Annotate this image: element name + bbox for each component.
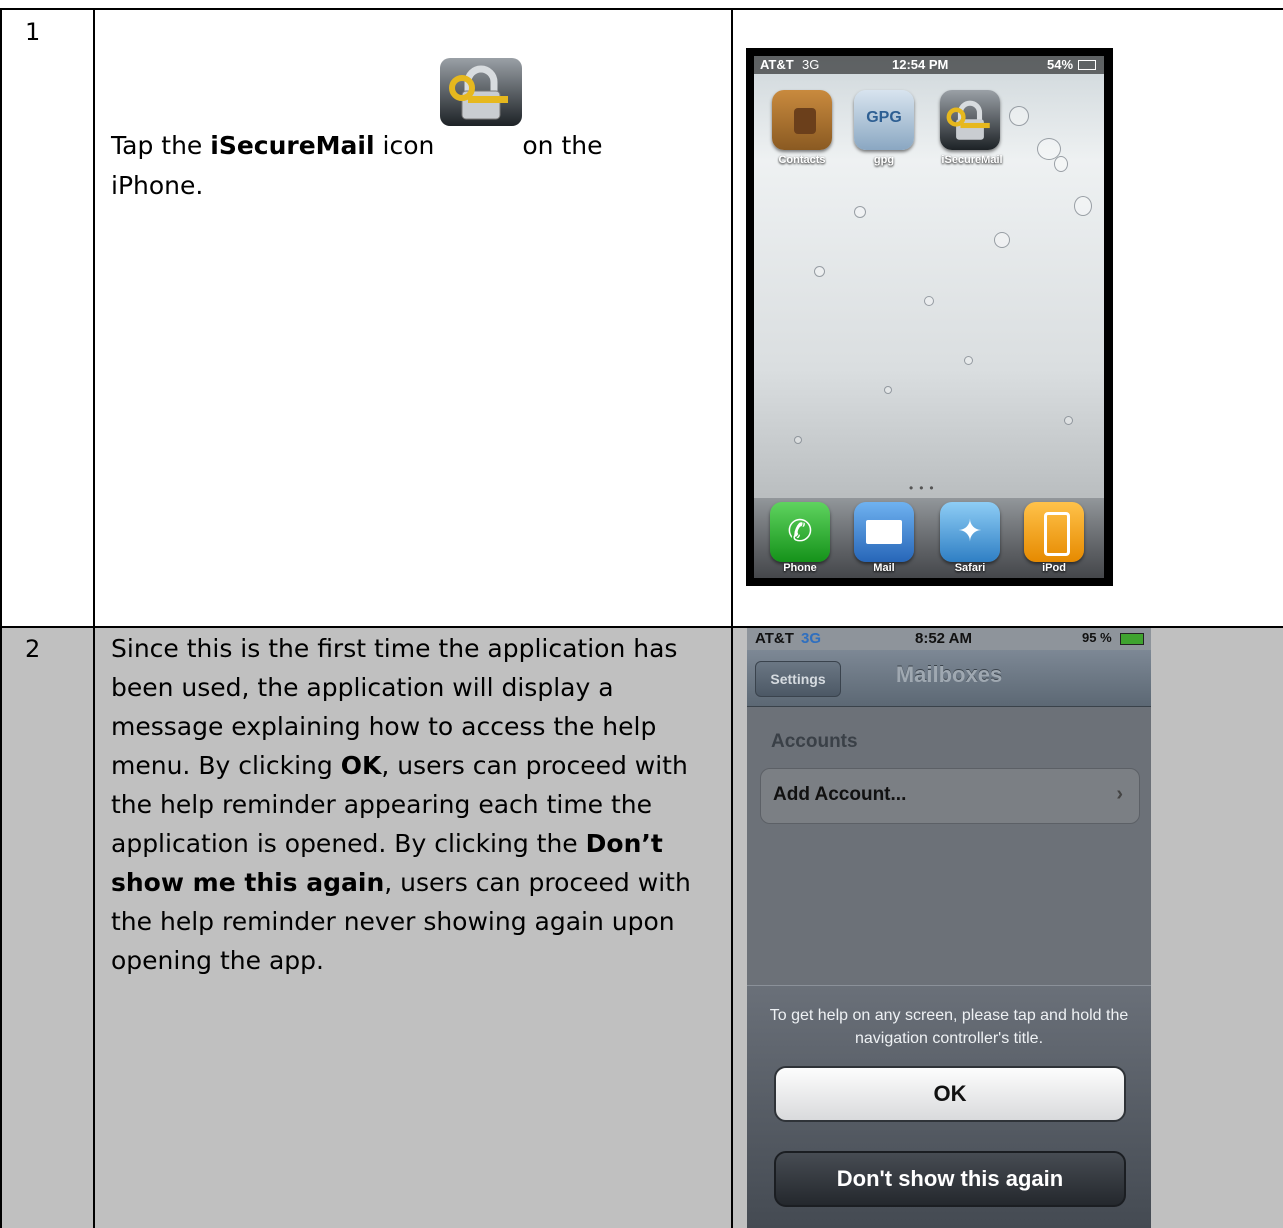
add-account-label: Add Account... (773, 784, 907, 805)
network-label: 3G (801, 630, 822, 647)
gpg-icon[interactable]: GPG (854, 90, 914, 150)
table-col-divider-2 (731, 8, 733, 1228)
safari-icon[interactable]: ✦ (940, 502, 1000, 562)
water-drop (1064, 416, 1073, 425)
help-alert-sheet: To get help on any screen, please tap an… (747, 985, 1151, 1228)
battery-icon (1078, 60, 1096, 70)
chevron-right-icon: › (1116, 783, 1123, 805)
step-1-text: iPhone. (111, 171, 204, 200)
water-drop (924, 296, 934, 306)
dock-label-ipod: iPod (1042, 562, 1066, 574)
water-drop (794, 436, 802, 444)
table-top-border (0, 8, 1283, 10)
step-2-line: been used, the application will display … (111, 673, 614, 702)
step-1-text: on the (522, 131, 603, 160)
step-2-line: application is opened. By clicking the (111, 829, 586, 858)
app-label-isecuremail: iSecureMail (941, 154, 1003, 166)
table-col-divider-1 (93, 8, 95, 1228)
water-drop (994, 232, 1010, 248)
step-1-text: Tap the (111, 131, 211, 160)
step-2-line: , users can proceed with (384, 868, 691, 897)
battery-percent: 54% (1047, 57, 1074, 72)
table-left-border (0, 8, 2, 1228)
step-1-text: icon (374, 131, 435, 160)
water-drop (1074, 196, 1092, 216)
clock: 8:52 AM (915, 630, 972, 647)
contacts-icon[interactable] (772, 90, 832, 150)
mail-icon[interactable] (854, 502, 914, 562)
step-2-line: message explaining how to access the hel… (111, 712, 657, 741)
page-dots: ••• (909, 481, 940, 495)
app-name-bold: iSecureMail (210, 131, 375, 160)
status-bar: AT&T 3G 8:52 AM 95 % (747, 628, 1151, 650)
gpg-glyph: GPG (866, 109, 902, 126)
row-number-2: 2 (25, 635, 41, 663)
dock-label-mail: Mail (873, 562, 895, 574)
battery-icon (1120, 633, 1144, 645)
carrier-label: AT&T (755, 630, 794, 647)
carrier-label: AT&T (760, 57, 794, 72)
water-drop (814, 266, 825, 277)
step-2-line: the help reminder appearing each time th… (111, 790, 653, 819)
nav-title[interactable]: Mailboxes (747, 662, 1151, 688)
step-2-line: menu. By clicking (111, 751, 341, 780)
water-drop (1037, 138, 1061, 160)
water-drop (1009, 106, 1029, 126)
dont-bold: Don’t (585, 829, 663, 858)
water-drop (884, 386, 892, 394)
ok-button[interactable]: OK (774, 1066, 1126, 1122)
home-screen: AT&T 3G 12:54 PM 54% Contacts GPG gpg iS… (754, 56, 1104, 578)
clock: 12:54 PM (892, 57, 949, 72)
step-2-instruction: Since this is the first time the applica… (111, 629, 723, 980)
isecuremail-icon[interactable] (940, 90, 1000, 150)
app-label-gpg: gpg (873, 154, 895, 166)
add-account-row[interactable]: Add Account... › (760, 768, 1140, 824)
dock: ✆ Phone Mail ✦ Safari iPod (754, 498, 1104, 578)
isecuremail-inline-icon (440, 58, 523, 126)
water-drop (854, 206, 866, 218)
step-1-instruction: Tap the iSecureMail icon on the iPhone. (111, 58, 711, 205)
show-again-bold: show me this again (111, 868, 385, 897)
dont-show-again-button[interactable]: Don't show this again (774, 1151, 1126, 1207)
network-label: 3G (802, 57, 820, 72)
battery-percent: 95 % (1082, 630, 1112, 645)
dock-label-safari: Safari (954, 562, 986, 574)
row-number-1: 1 (25, 18, 41, 46)
step-2-line: opening the app. (111, 946, 324, 975)
step-2-line: , users can proceed with (381, 751, 688, 780)
iphone-mailboxes-screenshot: AT&T 3G 8:52 AM 95 % Settings Mailboxes … (747, 628, 1151, 1228)
water-drop (1054, 156, 1068, 172)
step-2-line: Since this is the first time the applica… (111, 634, 678, 663)
alert-message: To get help on any screen, please tap an… (769, 1007, 1129, 1047)
phone-icon[interactable]: ✆ (770, 502, 830, 562)
navigation-bar: Settings Mailboxes (747, 650, 1151, 707)
ok-bold: OK (340, 751, 382, 780)
app-label-contacts: Contacts (778, 154, 826, 166)
document-page: 1 Tap the iSecureMail icon on the iPhone… (0, 0, 1283, 1228)
dock-label-phone: Phone (783, 562, 817, 574)
status-bar: AT&T 3G 12:54 PM 54% (754, 56, 1104, 74)
section-header-accounts: Accounts (771, 731, 858, 752)
ipod-icon[interactable] (1024, 502, 1084, 562)
iphone-home-screenshot: AT&T 3G 12:54 PM 54% Contacts GPG gpg iS… (746, 48, 1113, 586)
water-drop (964, 356, 973, 365)
step-2-line: the help reminder never showing again up… (111, 907, 675, 936)
